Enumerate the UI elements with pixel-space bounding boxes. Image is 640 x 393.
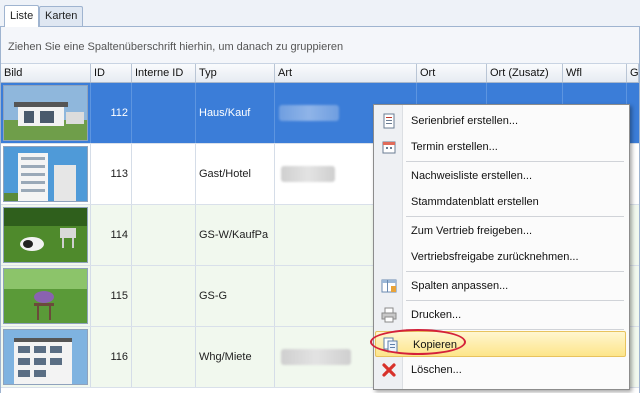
property-thumbnail: [3, 207, 88, 263]
menu-item-stammdatenblatt[interactable]: Stammdatenblatt erstellen: [374, 189, 629, 215]
columns-icon: [381, 278, 397, 294]
property-thumbnail: [3, 146, 88, 202]
id-cell: 112: [91, 83, 132, 143]
image-cell: [1, 327, 91, 387]
interne-id-cell: [132, 266, 196, 326]
menu-item-spalten-anpassen[interactable]: Spalten anpassen...: [374, 273, 629, 299]
col-header-art[interactable]: Art: [275, 64, 417, 82]
image-cell: [1, 205, 91, 265]
tab-strip: Liste Karten: [0, 0, 640, 27]
image-cell: [1, 266, 91, 326]
menu-separator: [406, 216, 624, 217]
calendar-icon: [381, 139, 397, 155]
menu-item-termin[interactable]: Termin erstellen...: [374, 134, 629, 160]
col-header-typ[interactable]: Typ: [196, 64, 275, 82]
menu-item-drucken[interactable]: Drucken...: [374, 302, 629, 328]
redacted-text: [279, 105, 339, 121]
group-hint: Ziehen Sie eine Spaltenüberschrift hierh…: [8, 41, 344, 53]
column-header: Bild ID Interne ID Typ Art Ort Ort (Zusa…: [1, 64, 639, 83]
id-cell: 116: [91, 327, 132, 387]
col-header-gr[interactable]: Gr: [627, 64, 639, 82]
id-cell: 113: [91, 144, 132, 204]
id-cell: 114: [91, 205, 132, 265]
redacted-text: [281, 166, 335, 182]
col-header-bild[interactable]: Bild: [1, 64, 91, 82]
col-header-ort[interactable]: Ort: [417, 64, 487, 82]
typ-cell: GS-W/KaufPa: [196, 205, 275, 265]
interne-id-cell: [132, 83, 196, 143]
typ-cell: GS-G: [196, 266, 275, 326]
menu-separator: [406, 271, 624, 272]
image-cell: [1, 144, 91, 204]
menu-separator: [406, 161, 624, 162]
menu-item-vertriebsfreigabe-zuruecknehmen[interactable]: Vertriebsfreigabe zurücknehmen...: [374, 244, 629, 270]
interne-id-cell: [132, 327, 196, 387]
interne-id-cell: [132, 205, 196, 265]
tab-liste[interactable]: Liste: [4, 5, 40, 27]
col-header-id[interactable]: ID: [91, 64, 132, 82]
menu-item-vertrieb-freigeben[interactable]: Zum Vertrieb freigeben...: [374, 218, 629, 244]
property-thumbnail: [3, 85, 88, 141]
col-header-wfl[interactable]: Wfl: [563, 64, 627, 82]
menu-item-loeschen[interactable]: Löschen...: [374, 357, 629, 383]
interne-id-cell: [132, 144, 196, 204]
typ-cell: Whg/Miete: [196, 327, 275, 387]
col-header-ort-zusatz[interactable]: Ort (Zusatz): [487, 64, 563, 82]
image-cell: [1, 83, 91, 143]
menu-separator: [406, 300, 624, 301]
highlight-ring-annotation: [370, 329, 466, 355]
typ-cell: Haus/Kauf: [196, 83, 275, 143]
document-icon: [381, 113, 397, 129]
property-thumbnail: [3, 329, 88, 385]
menu-item-serienbrief[interactable]: Serienbrief erstellen...: [374, 108, 629, 134]
col-header-interne-id[interactable]: Interne ID: [132, 64, 196, 82]
delete-icon: [381, 362, 397, 378]
menu-item-nachweisliste[interactable]: Nachweisliste erstellen...: [374, 163, 629, 189]
printer-icon: [381, 307, 397, 323]
typ-cell: Gast/Hotel: [196, 144, 275, 204]
group-by-panel[interactable]: Ziehen Sie eine Spaltenüberschrift hierh…: [1, 27, 639, 64]
id-cell: 115: [91, 266, 132, 326]
redacted-text: [281, 349, 351, 365]
property-thumbnail: [3, 268, 88, 324]
tab-karten[interactable]: Karten: [39, 6, 84, 26]
